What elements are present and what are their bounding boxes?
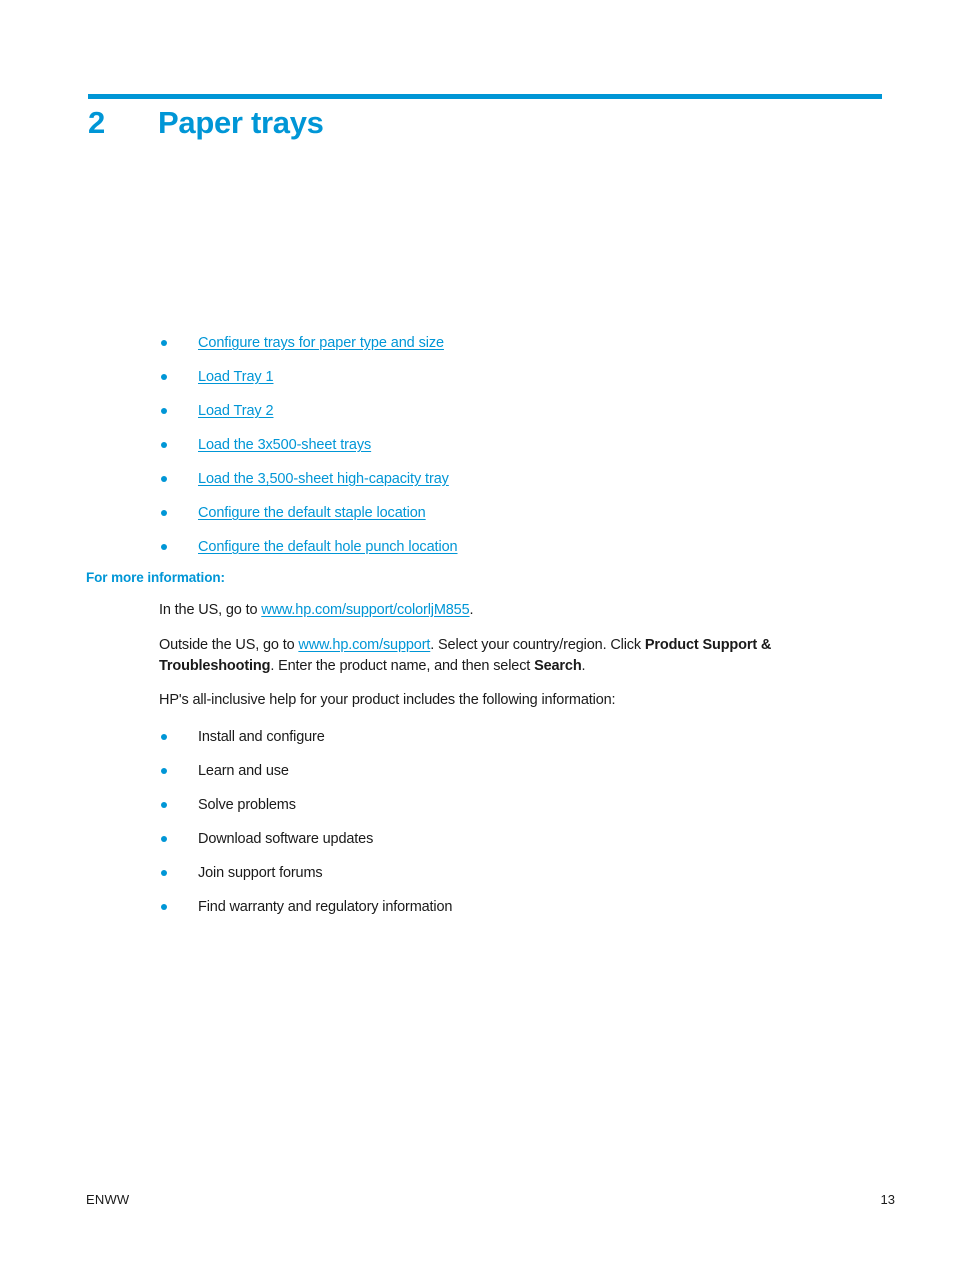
section-heading-more-information: For more information: bbox=[86, 570, 225, 585]
bullet-icon bbox=[161, 904, 167, 910]
help-topic-download-software-updates: Download software updates bbox=[198, 831, 374, 847]
bullet-icon bbox=[161, 870, 167, 876]
toc-link-default-hole-punch-location[interactable]: Configure the default hole punch locatio… bbox=[198, 539, 458, 555]
chapter-rule bbox=[88, 94, 882, 99]
bullet-icon bbox=[161, 836, 167, 842]
bullet-icon bbox=[161, 374, 167, 380]
toc-link-load-tray-1[interactable]: Load Tray 1 bbox=[198, 369, 274, 385]
list-item[interactable]: Load the 3,500-sheet high-capacity tray bbox=[159, 462, 859, 496]
paragraph-outside-text-mid1: . Select your country/region. Click bbox=[430, 637, 645, 653]
help-topic-join-support-forums: Join support forums bbox=[198, 865, 323, 881]
chapter-heading: 2 Paper trays bbox=[88, 104, 882, 143]
page-title: Paper trays bbox=[158, 105, 324, 140]
more-information-body: In the US, go to www.hp.com/support/colo… bbox=[159, 600, 804, 724]
list-item[interactable]: Load Tray 2 bbox=[159, 394, 859, 428]
list-item[interactable]: Load Tray 1 bbox=[159, 360, 859, 394]
bullet-icon bbox=[161, 442, 167, 448]
list-item: Join support forums bbox=[159, 856, 859, 890]
help-topic-find-warranty-information: Find warranty and regulatory information bbox=[198, 899, 453, 915]
toc-link-load-3x500-sheet-trays[interactable]: Load the 3x500-sheet trays bbox=[198, 437, 371, 453]
paragraph-help-intro: HP's all-inclusive help for your product… bbox=[159, 692, 616, 708]
help-topic-solve-problems: Solve problems bbox=[198, 797, 296, 813]
help-topics-list: Install and configure Learn and use Solv… bbox=[159, 720, 859, 924]
bullet-icon bbox=[161, 408, 167, 414]
list-item[interactable]: Configure the default staple location bbox=[159, 496, 859, 530]
link-hp-support[interactable]: www.hp.com/support bbox=[298, 637, 430, 653]
list-item[interactable]: Load the 3x500-sheet trays bbox=[159, 428, 859, 462]
list-item: Download software updates bbox=[159, 822, 859, 856]
bullet-icon bbox=[161, 340, 167, 346]
list-item: Solve problems bbox=[159, 788, 859, 822]
chapter-number: 2 bbox=[88, 105, 106, 140]
footer-page-number: 13 bbox=[880, 1192, 895, 1207]
bullet-icon bbox=[161, 510, 167, 516]
help-topic-install-and-configure: Install and configure bbox=[198, 729, 325, 745]
list-item[interactable]: Configure trays for paper type and size bbox=[159, 326, 859, 360]
paragraph-outside-text-mid2: . Enter the product name, and then selec… bbox=[270, 658, 535, 674]
list-item[interactable]: Configure the default hole punch locatio… bbox=[159, 530, 859, 564]
footer-locale: ENWW bbox=[86, 1192, 130, 1207]
bullet-icon bbox=[161, 734, 167, 740]
bullet-icon bbox=[161, 802, 167, 808]
paragraph-us-support: In the US, go to www.hp.com/support/colo… bbox=[159, 600, 804, 621]
toc-link-default-staple-location[interactable]: Configure the default staple location bbox=[198, 505, 426, 521]
list-item: Find warranty and regulatory information bbox=[159, 890, 859, 924]
help-topic-learn-and-use: Learn and use bbox=[198, 763, 289, 779]
paragraph-us-text-after: . bbox=[469, 602, 474, 618]
bullet-icon bbox=[161, 544, 167, 550]
emphasis-search: Search bbox=[534, 658, 582, 674]
bullet-icon bbox=[161, 476, 167, 482]
chapter-contents-list: Configure trays for paper type and size … bbox=[159, 326, 859, 564]
list-item: Install and configure bbox=[159, 720, 859, 754]
list-item: Learn and use bbox=[159, 754, 859, 788]
paragraph-us-text-before: In the US, go to bbox=[159, 602, 262, 618]
paragraph-outside-text-before: Outside the US, go to bbox=[159, 637, 299, 653]
paragraph-outside-text-after: . bbox=[581, 658, 586, 674]
paragraph-outside-us-support: Outside the US, go to www.hp.com/support… bbox=[159, 635, 804, 677]
link-hp-support-colorljm855[interactable]: www.hp.com/support/colorljM855 bbox=[261, 602, 469, 618]
toc-link-load-tray-2[interactable]: Load Tray 2 bbox=[198, 403, 274, 419]
toc-link-configure-trays[interactable]: Configure trays for paper type and size bbox=[198, 335, 444, 351]
bullet-icon bbox=[161, 768, 167, 774]
toc-link-load-high-capacity-tray[interactable]: Load the 3,500-sheet high-capacity tray bbox=[198, 471, 449, 487]
document-page: 2 Paper trays Configure trays for paper … bbox=[0, 0, 954, 1270]
